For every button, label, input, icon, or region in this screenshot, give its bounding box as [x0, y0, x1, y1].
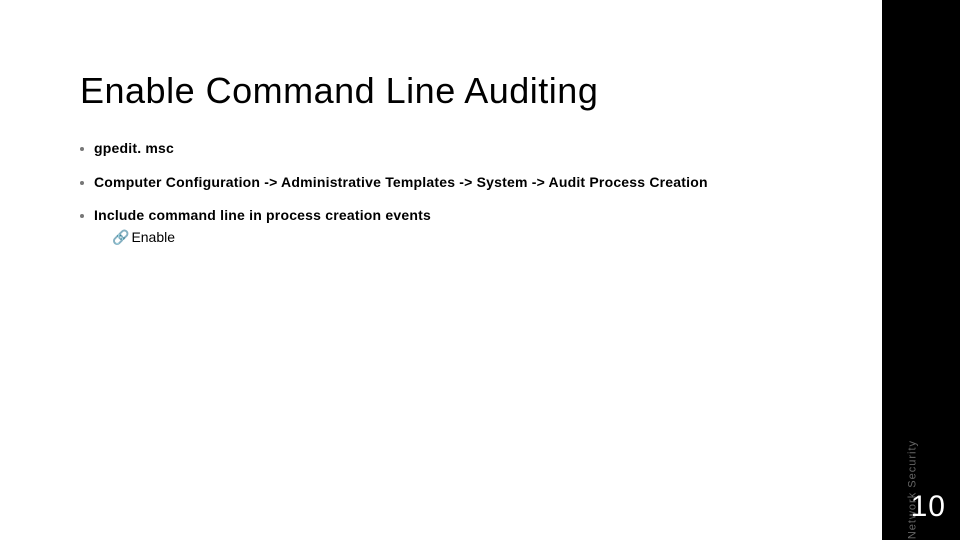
slide-title: Enable Command Line Auditing	[80, 70, 598, 112]
sub-bullet-item: 🔗Enable	[112, 229, 820, 247]
bullet-text: Include command line in process creation…	[94, 207, 431, 225]
slide-body: gpedit. msc Computer Configuration -> Ad…	[80, 140, 820, 246]
sub-bullet-text: Enable	[131, 229, 175, 245]
bullet-item: gpedit. msc	[80, 140, 820, 158]
bullet-item: Computer Configuration -> Administrative…	[80, 174, 820, 192]
bullet-item: Include command line in process creation…	[80, 207, 820, 225]
bullet-dot-icon	[80, 147, 84, 151]
slide: Enable Command Line Auditing gpedit. msc…	[0, 0, 960, 540]
link-icon: 🔗	[112, 229, 129, 247]
bullet-text: gpedit. msc	[94, 140, 174, 158]
vertical-black-bar	[882, 0, 960, 540]
bullet-text: Computer Configuration -> Administrative…	[94, 174, 708, 192]
bullet-dot-icon	[80, 181, 84, 185]
page-number: 10	[911, 490, 946, 524]
bullet-dot-icon	[80, 214, 84, 218]
